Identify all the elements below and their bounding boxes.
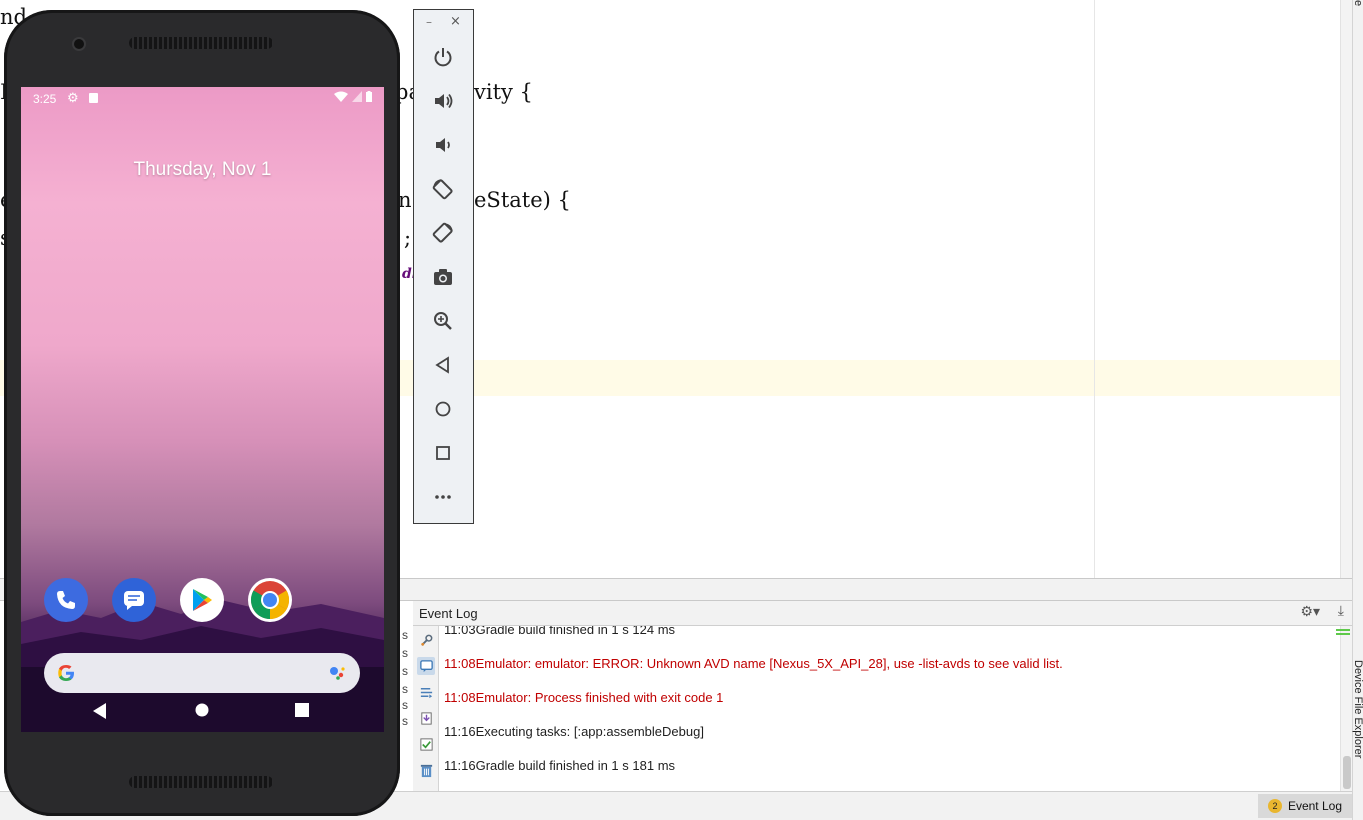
- device-file-explorer-tab[interactable]: Device File Explorer: [1352, 660, 1363, 758]
- screen-root: { "editor": { "code_fragments": ["nd", "…: [0, 0, 1363, 820]
- lockscreen-date[interactable]: Thursday, Nov 1: [21, 159, 384, 181]
- volume-down-icon[interactable]: [429, 131, 457, 159]
- hide-panel-icon[interactable]: ⤓: [1338, 603, 1344, 619]
- volume-up-icon[interactable]: [429, 87, 457, 115]
- log-entry: 11:08Emulator: emulator: ERROR: Unknown …: [444, 656, 1063, 671]
- left-panel-edge: s s s s s s: [400, 626, 413, 791]
- phone-app-icon[interactable]: [44, 578, 88, 622]
- emulator-toolbar-titlebar: – ×: [414, 10, 473, 36]
- assistant-icon[interactable]: [328, 665, 346, 681]
- wifi-icon: [334, 91, 348, 102]
- event-log-content[interactable]: 11:03Gradle build finished in 1 s 124 ms…: [440, 626, 1340, 791]
- log-entry: 11:16Gradle build finished in 1 s 181 ms: [444, 758, 675, 773]
- device-navigation-bar: [21, 695, 384, 732]
- code-fragment: ;: [404, 226, 412, 250]
- chrome-app-icon[interactable]: [248, 578, 292, 622]
- edge-letter: s: [402, 682, 408, 696]
- home-icon[interactable]: [429, 395, 457, 423]
- log-time: 11:16: [444, 724, 476, 739]
- event-log-toolbar: [413, 626, 439, 791]
- nav-overview-icon[interactable]: [295, 703, 309, 717]
- edge-letter: s: [402, 646, 408, 660]
- scrollbar-thumb[interactable]: [1343, 756, 1351, 789]
- close-button[interactable]: ×: [450, 14, 461, 29]
- rotate-right-icon[interactable]: [429, 219, 457, 247]
- settings-gear-icon[interactable]: ⚙▾: [1300, 604, 1320, 620]
- log-text: Emulator: Process finished with exit cod…: [475, 690, 724, 705]
- right-tool-tab[interactable]: e: [1352, 0, 1363, 6]
- change-markers: [1336, 629, 1350, 637]
- minimize-button[interactable]: –: [426, 15, 432, 29]
- google-logo-icon: [58, 665, 74, 681]
- status-time: 3:25: [33, 92, 57, 106]
- device-status-bar: 3:25 ⚙: [21, 87, 384, 109]
- event-log-title: Event Log: [419, 606, 478, 621]
- play-store-app-icon[interactable]: [180, 578, 224, 622]
- log-time: 11:08: [444, 690, 476, 705]
- top-speaker: [129, 37, 273, 49]
- editor-scrollbar[interactable]: [1340, 0, 1352, 578]
- wrench-icon[interactable]: [417, 631, 435, 649]
- import-icon[interactable]: [417, 709, 435, 727]
- log-time: 11:16: [444, 758, 476, 773]
- balloon-icon[interactable]: [417, 657, 435, 675]
- log-entry: 11:16Executing tasks: [:app:assembleDebu…: [444, 724, 704, 739]
- log-text: Gradle build finished in 1 s 124 ms: [475, 626, 676, 637]
- rotate-left-icon[interactable]: [429, 175, 457, 203]
- event-log-header: Event Log ⚙▾ ⤓: [413, 601, 1352, 626]
- emulator-toolbar: – ×: [413, 9, 474, 524]
- camera-icon[interactable]: [429, 263, 457, 291]
- sd-card-icon: [89, 93, 98, 103]
- log-time: 11:08: [444, 656, 476, 671]
- settings-gear-icon: ⚙: [67, 90, 79, 105]
- overview-icon[interactable]: [429, 439, 457, 467]
- emulator-device-frame: 3:25 ⚙ Thursday, Nov 1: [4, 10, 400, 816]
- edge-letter: s: [402, 628, 408, 642]
- scroll-to-end-icon[interactable]: [417, 683, 435, 701]
- edge-letter: s: [402, 714, 408, 728]
- mark-all-read-icon[interactable]: [417, 735, 435, 753]
- device-screen[interactable]: 3:25 ⚙ Thursday, Nov 1: [21, 87, 384, 732]
- google-search-bar[interactable]: [44, 653, 360, 693]
- more-icon[interactable]: [429, 483, 457, 511]
- nav-home-icon[interactable]: [195, 703, 209, 717]
- code-fragment: n: [398, 188, 412, 212]
- log-text: Gradle build finished in 1 s 181 ms: [475, 758, 676, 773]
- code-fragment: eState) {: [474, 188, 571, 212]
- battery-icon: [366, 91, 372, 102]
- log-entry: 11:08Emulator: Process finished with exi…: [444, 690, 723, 705]
- log-time: 11:03: [444, 626, 476, 637]
- zoom-icon[interactable]: [429, 307, 457, 335]
- event-log-button[interactable]: 2 Event Log: [1257, 794, 1352, 818]
- nav-back-icon[interactable]: [93, 703, 107, 719]
- status-icons: [334, 91, 372, 102]
- event-count-badge: 2: [1267, 799, 1282, 813]
- messages-app-icon[interactable]: [112, 578, 156, 622]
- log-entry: 11:03Gradle build finished in 1 s 124 ms: [444, 626, 675, 637]
- edge-letter: s: [402, 664, 408, 678]
- right-margin-guide: [1094, 0, 1095, 578]
- log-text: Executing tasks: [:app:assembleDebug]: [475, 724, 704, 739]
- edge-letter: s: [402, 698, 408, 712]
- power-icon[interactable]: [429, 43, 457, 71]
- event-log-scrollbar[interactable]: [1340, 626, 1352, 791]
- code-fragment: vity {: [474, 80, 533, 104]
- trash-icon[interactable]: [417, 761, 435, 779]
- bottom-speaker: [129, 776, 273, 788]
- front-camera-icon: [74, 39, 84, 49]
- signal-icon: [352, 91, 362, 102]
- log-text: Emulator: emulator: ERROR: Unknown AVD n…: [475, 656, 1063, 671]
- event-log-button-label: Event Log: [1287, 799, 1342, 813]
- back-icon[interactable]: [429, 351, 457, 379]
- right-tool-strip: e Device File Explorer: [1352, 0, 1363, 820]
